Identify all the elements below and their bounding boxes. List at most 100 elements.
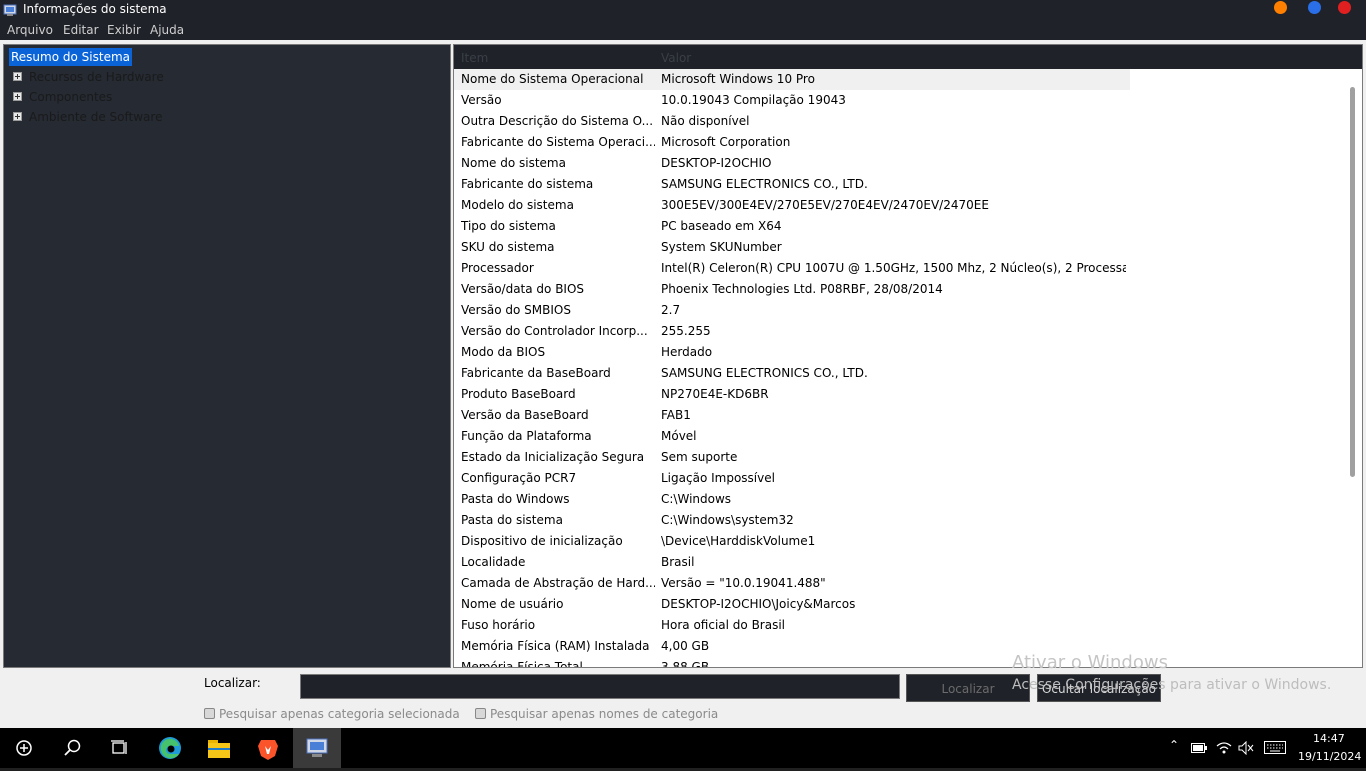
table-row[interactable]: Modo da BIOS Herdado: [454, 342, 1130, 363]
row-item: Versão: [461, 93, 502, 107]
table-row[interactable]: Nome de usuário DESKTOP-I2OCHIO\Joicy&Mar…: [454, 594, 1130, 615]
checkbox-label: Pesquisar apenas nomes de categoria: [490, 707, 719, 721]
checkbox-icon[interactable]: [204, 708, 215, 719]
row-item: Estado da Inicialização Segura: [461, 450, 645, 464]
checkbox-icon[interactable]: [475, 708, 486, 719]
table-row[interactable]: Estado da Inicialização Segura Sem suport…: [454, 447, 1130, 468]
wifi-icon[interactable]: [1216, 741, 1232, 755]
row-value: 2.7: [661, 303, 681, 317]
window-title: Informações do sistema: [23, 2, 167, 16]
row-item: Produto BaseBoard: [461, 387, 576, 401]
search-button[interactable]: [48, 728, 96, 768]
find-input[interactable]: [300, 674, 900, 699]
table-row[interactable]: SKU do sistema System SKUNumber: [454, 237, 1130, 258]
table-row[interactable]: Versão do SMBIOS 2.7: [454, 300, 1130, 321]
row-item: Versão do SMBIOS: [461, 303, 571, 317]
keyboard-icon[interactable]: [1264, 741, 1286, 754]
row-value: Herdado: [661, 345, 713, 359]
start-button[interactable]: [0, 728, 48, 768]
menu-ajuda[interactable]: Ajuda: [150, 23, 184, 37]
row-value: System SKUNumber: [661, 240, 782, 254]
checkbox-search-category-names[interactable]: Pesquisar apenas nomes de categoria: [475, 707, 718, 721]
minimize-button[interactable]: [1274, 1, 1287, 14]
row-value: Phoenix Technologies Ltd. P08RBF, 28/08/…: [661, 282, 943, 296]
menu-editar[interactable]: Editar: [63, 23, 99, 37]
table-row[interactable]: Versão do Controlador Incorp... 255.255: [454, 321, 1130, 342]
table-row[interactable]: Nome do sistema DESKTOP-I2OCHIO: [454, 153, 1130, 174]
checkbox-search-selected-category[interactable]: Pesquisar apenas categoria selecionada: [204, 707, 460, 721]
category-tree[interactable]: Resumo do Sistema Recursos de Hardware C…: [3, 44, 451, 668]
show-hidden-icons-chevron-up-icon[interactable]: ⌃: [1169, 738, 1179, 752]
activation-watermark-text: Acesse Configurações para ativar o Windo…: [1012, 677, 1332, 693]
row-item: Fabricante do Sistema Operaci...: [461, 135, 655, 149]
row-value: 255.255: [661, 324, 711, 338]
row-item: Nome do sistema: [461, 156, 566, 170]
row-value: Versão = "10.0.19041.488": [661, 576, 826, 590]
tree-item-software-environment[interactable]: Ambiente de Software: [29, 108, 162, 126]
row-item: Camada de Abstração de Hard...: [461, 576, 655, 590]
system-info-taskbar-button[interactable]: [293, 728, 341, 768]
volume-muted-icon[interactable]: [1238, 741, 1254, 755]
brave-icon: [258, 740, 278, 760]
row-value: Hora oficial do Brasil: [661, 618, 786, 632]
table-row[interactable]: Camada de Abstração de Hard... Versão = "…: [454, 573, 1130, 594]
close-button[interactable]: [1338, 1, 1351, 14]
list-header: Item Valor: [454, 45, 1362, 69]
file-explorer-taskbar-button[interactable]: [195, 728, 243, 768]
row-item: Configuração PCR7: [461, 471, 577, 485]
row-value: DESKTOP-I2OCHIO\Joicy&Marcos: [661, 597, 856, 611]
expand-icon[interactable]: [13, 92, 22, 101]
scrollbar-thumb[interactable]: [1350, 87, 1355, 477]
row-item: Outra Descrição do Sistema O...: [461, 114, 654, 128]
expand-icon[interactable]: [13, 112, 22, 121]
row-item: Fuso horário: [461, 618, 536, 632]
table-row[interactable]: Dispositivo de inicialização \Device\Hard…: [454, 531, 1130, 552]
table-row[interactable]: Outra Descrição do Sistema O... Não dispo…: [454, 111, 1130, 132]
system-info-app-icon: [3, 4, 17, 16]
table-row[interactable]: Fabricante da BaseBoard SAMSUNG ELECTRONI…: [454, 363, 1130, 384]
tree-item-components[interactable]: Componentes: [29, 88, 112, 106]
table-row[interactable]: Versão 10.0.19043 Compilação 19043: [454, 90, 1130, 111]
table-row[interactable]: Localidade Brasil: [454, 552, 1130, 573]
edge-taskbar-button[interactable]: [146, 728, 194, 768]
row-value: Móvel: [661, 429, 697, 443]
table-row[interactable]: Fabricante do Sistema Operaci... Microsof…: [454, 132, 1130, 153]
table-row[interactable]: Versão da BaseBoard FAB1: [454, 405, 1130, 426]
tree-item-hardware-resources[interactable]: Recursos de Hardware: [29, 68, 164, 86]
column-header-item[interactable]: Item: [461, 51, 488, 65]
table-row[interactable]: Tipo do sistema PC baseado em X64: [454, 216, 1130, 237]
table-row[interactable]: Modelo do sistema 300E5EV/300E4EV/270E5EV…: [454, 195, 1130, 216]
row-item: Modo da BIOS: [461, 345, 546, 359]
battery-icon[interactable]: [1191, 743, 1207, 753]
row-value: \Device\HarddiskVolume1: [661, 534, 816, 548]
clock-time[interactable]: 14:47: [1313, 732, 1345, 745]
row-value: 300E5EV/300E4EV/270E5EV/270E4EV/2470EV/2…: [661, 198, 989, 212]
table-row[interactable]: Fabricante do sistema SAMSUNG ELECTRONICS…: [454, 174, 1130, 195]
menu-arquivo[interactable]: Arquivo: [7, 23, 53, 37]
brave-taskbar-button[interactable]: [244, 728, 292, 768]
row-value: C:\Windows\system32: [661, 513, 794, 527]
table-row[interactable]: Configuração PCR7 Ligação Impossível: [454, 468, 1130, 489]
row-value: Ligação Impossível: [661, 471, 775, 485]
table-row[interactable]: Pasta do Windows C:\Windows: [454, 489, 1130, 510]
column-header-value[interactable]: Valor: [661, 51, 691, 65]
task-view-button[interactable]: [96, 728, 144, 768]
table-row[interactable]: Versão/data do BIOS Phoenix Technologies …: [454, 279, 1130, 300]
vertical-scrollbar[interactable]: [1344, 69, 1362, 667]
table-row[interactable]: Produto BaseBoard NP270E4E-KD6BR: [454, 384, 1130, 405]
table-row[interactable]: Processador Intel(R) Celeron(R) CPU 1007U…: [454, 258, 1130, 279]
title-bar: Informações do sistema: [0, 0, 1366, 20]
expand-icon[interactable]: [13, 72, 22, 81]
table-row[interactable]: Pasta do sistema C:\Windows\system32: [454, 510, 1130, 531]
table-row[interactable]: Fuso horário Hora oficial do Brasil: [454, 615, 1130, 636]
table-row[interactable]: Nome do Sistema Operacional Microsoft Win…: [454, 69, 1130, 90]
clock-date[interactable]: 19/11/2024: [1298, 750, 1361, 763]
maximize-button[interactable]: [1308, 1, 1321, 14]
menu-exibir[interactable]: Exibir: [107, 23, 141, 37]
find-label: Localizar:: [204, 676, 261, 690]
details-list[interactable]: Item Valor Nome do Sistema Operacional Mi…: [453, 44, 1363, 668]
row-value: FAB1: [661, 408, 691, 422]
menu-bar: Arquivo Editar Exibir Ajuda: [0, 20, 1366, 40]
tree-item-system-summary[interactable]: Resumo do Sistema: [9, 48, 132, 66]
table-row[interactable]: Função da Plataforma Móvel: [454, 426, 1130, 447]
